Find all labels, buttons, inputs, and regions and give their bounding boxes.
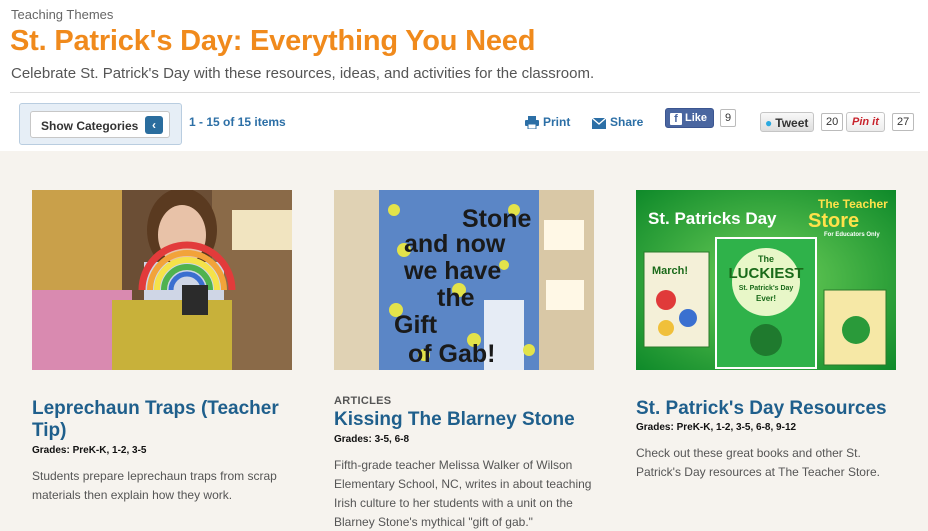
card-desc-line-3: Irish culture to her students with a uni… (334, 496, 573, 510)
leprechaun-trap-photo[interactable] (32, 190, 292, 370)
facebook-like-button[interactable]: f Like (665, 108, 715, 128)
blarney-text-line-5: Gift (394, 311, 438, 339)
card-grades: Grades: PreK-K, 1-2, 3-5 (32, 445, 147, 456)
book-center-line-4: Ever! (756, 294, 776, 303)
card-title-line-1: Leprechaun Traps (Teacher (32, 398, 279, 419)
card-grades: Grades: 3-5, 6-8 (334, 434, 410, 445)
card-grades: Grades: PreK-K, 1-2, 3-5, 6-8, 9-12 (636, 422, 797, 433)
card-title[interactable]: St. Patrick's Day Resources (636, 398, 906, 420)
show-categories-button[interactable]: Show Categories ‹ (30, 111, 170, 138)
card-desc-line-2: materials then explain how they work. (32, 488, 233, 502)
store-logo-line-1: The Teacher (818, 197, 888, 211)
show-categories-label: Show Categories (41, 119, 139, 133)
tweet-label: Tweet (775, 116, 809, 130)
card-desc-line-1: Fifth-grade teacher Melissa Walker of Wi… (334, 458, 573, 472)
pinterest-count: 27 (892, 113, 915, 131)
pinterest-button[interactable]: Pin it (846, 112, 885, 132)
blarney-text-line-2: and now (404, 230, 506, 258)
store-logo-line-2: Store (808, 210, 859, 232)
blarney-text-line-4: the (437, 284, 475, 312)
blarney-text-line-3: we have (403, 257, 501, 285)
teacher-store-promo-image[interactable]: St. Patricks Day The Teacher Store For E… (636, 190, 896, 370)
chevron-left-icon: ‹ (145, 116, 163, 134)
promo-headline: St. Patricks Day (648, 209, 777, 228)
book-left-title: March! (652, 265, 688, 277)
card-title[interactable]: Leprechaun Traps (Teacher Tip) (32, 398, 302, 442)
page-eyebrow[interactable]: Teaching Themes (11, 7, 113, 22)
card-description: Fifth-grade teacher Melissa Walker of Wi… (334, 456, 604, 531)
card-desc-line-1: Check out these great books and other St… (636, 446, 861, 460)
facebook-like-label: Like (685, 112, 708, 124)
print-label: Print (543, 115, 571, 129)
tweet-button[interactable]: ● Tweet (760, 112, 815, 132)
card-leprechaun-traps: Leprechaun Traps (Teacher Tip) Grades: P… (32, 190, 294, 502)
card-title-line-2: Tip) (32, 420, 67, 441)
share-button[interactable]: Share (591, 115, 644, 132)
card-blarney-stone: Stone and now we have the Gift of Gab! A… (334, 190, 596, 529)
printer-icon (525, 116, 539, 132)
card-category-label: ARTICLES (334, 395, 392, 407)
envelope-icon (591, 117, 607, 132)
pinterest-label: Pin it (852, 116, 879, 128)
blarney-text-line-6: of Gab! (408, 340, 496, 368)
toolbar: Show Categories ‹ 1 - 15 of 15 items Pri… (0, 93, 928, 151)
facebook-like-count: 9 (720, 109, 737, 127)
card-desc-line-4: Blarney Stone's mythical "gift of gab." (334, 515, 533, 529)
card-description: Students prepare leprechaun traps from s… (32, 467, 302, 505)
book-center-line-3: St. Patrick's Day (739, 285, 794, 292)
print-button[interactable]: Print (525, 115, 570, 132)
book-center-line-2: LUCKIEST (729, 265, 804, 282)
tweet-count: 20 (821, 113, 844, 131)
page-subtitle: Celebrate St. Patrick's Day with these r… (11, 65, 595, 82)
card-desc-line-2: Elementary School, NC, writes in about t… (334, 477, 592, 491)
card-title[interactable]: Kissing The Blarney Stone (334, 409, 575, 431)
categories-panel: Show Categories ‹ (19, 103, 182, 145)
card-desc-line-2: Patrick's Day resources at The Teacher S… (636, 465, 880, 479)
blarney-text-line-1: Stone (462, 205, 532, 233)
book-center-line-1: The (758, 254, 774, 264)
facebook-icon: f (670, 113, 682, 125)
card-st-patricks-resources: St. Patricks Day The Teacher Store For E… (636, 190, 898, 479)
blarney-stone-photo[interactable]: Stone and now we have the Gift of Gab! (334, 190, 594, 370)
twitter-bird-icon: ● (765, 116, 773, 130)
card-desc-line-1: Students prepare leprechaun traps from s… (32, 469, 277, 483)
store-logo-tagline: For Educators Only (824, 232, 880, 238)
item-count: 1 - 15 of 15 items (189, 115, 286, 129)
card-description: Check out these great books and other St… (636, 444, 906, 482)
share-label: Share (610, 115, 644, 129)
page-title: St. Patrick's Day: Everything You Need (10, 25, 536, 57)
